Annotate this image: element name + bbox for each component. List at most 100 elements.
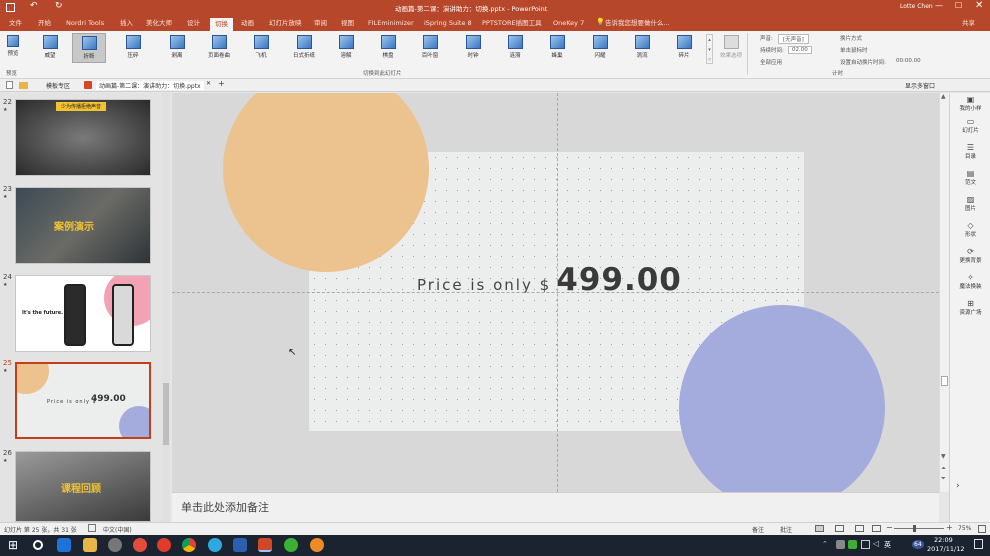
close-icon[interactable]: ✕ [975,0,983,11]
blue-circle[interactable] [679,305,885,492]
tab-design[interactable]: 设计 [187,17,200,29]
horizontal-guide[interactable] [172,292,939,293]
notes-button[interactable]: 备注 [752,525,764,534]
samples-button[interactable]: ▤ 范文 [950,169,990,186]
transition-glitter[interactable]: 闪耀 [583,33,617,63]
slides-button[interactable]: ▭ 幻灯片 [950,117,990,134]
thumbnail-scrollbar[interactable] [162,93,170,522]
notes-pane[interactable]: 单击此处添加备注 [172,492,939,522]
maximize-icon[interactable]: ☐ [955,1,962,10]
transition-peel[interactable]: 剥离 [160,33,194,63]
sound-dropdown[interactable]: [无声音] [778,34,809,44]
volume-icon[interactable]: ◁ [873,539,879,548]
slide-thumbnail-22[interactable]: 少为传播拒绝声音 [15,99,151,176]
transition-prestige[interactable]: 威望 [33,33,67,63]
zoom-slider-thumb[interactable] [913,525,916,532]
tray-icon[interactable] [848,540,857,549]
zoom-slider[interactable] [894,528,944,529]
next-slide-icon[interactable]: ⏷ [941,475,946,483]
powerpoint-icon[interactable] [258,538,272,552]
cortana-icon[interactable] [33,540,43,550]
clock-date[interactable]: 2017/11/12 [927,545,964,553]
chart-app-icon[interactable] [233,538,247,552]
transition-dissolve[interactable]: 溶解 [329,33,363,63]
tab-ispring[interactable]: iSpring Suite 8 [424,17,472,29]
undo-icon[interactable]: ↶ [30,1,38,11]
tab-file[interactable]: 文件 [9,17,22,29]
tab-transitions[interactable]: 切换 [210,18,233,31]
tab-nordri[interactable]: Nordri Tools [66,17,104,29]
ime-indicator[interactable]: 英 [884,540,891,550]
slide-thumbnail-24[interactable]: It's the future. [15,275,151,352]
tray-icon[interactable] [836,540,845,549]
app-icon[interactable] [108,538,122,552]
normal-view-icon[interactable] [815,525,824,532]
transition-fracture[interactable]: 折断 [72,33,106,63]
close-tab-icon[interactable]: ✕ [206,80,211,87]
tab-insert[interactable]: 插入 [120,17,133,29]
tab-home[interactable]: 开始 [38,17,51,29]
transition-airplane[interactable]: 飞机 [244,33,278,63]
browser-icon[interactable] [157,538,171,552]
language-indicator[interactable]: 中文(中国) [103,525,132,534]
chrome-icon[interactable] [182,538,196,552]
template-tab[interactable]: 模板专区 [46,81,70,90]
folder-icon[interactable] [19,82,28,89]
transition-crush[interactable]: 压碎 [116,33,150,63]
file-tab[interactable]: 动画篇-第二课：演讲助力：切换.pptx [96,81,204,90]
my-samples-button[interactable]: ▣ 我的小样 [950,95,990,112]
qq-browser-icon[interactable] [208,538,222,552]
tab-pptstore[interactable]: PPTSTORE插图工具 [482,17,542,29]
transition-vortex[interactable]: 涡流 [625,33,659,63]
show-multi-window[interactable]: 显示多窗口 [905,81,935,90]
slide-thumbnail-25[interactable]: Price is only $ 499.00 [15,362,151,439]
transition-honeycomb[interactable]: 蜂巢 [540,33,574,63]
effect-options-button[interactable]: 效果选项 [716,33,746,63]
price-text-group[interactable]: Price is only $ 499.00 [417,262,717,306]
tab-onekey[interactable]: OneKey 7 [553,17,584,29]
slideshow-view-icon[interactable] [872,525,881,532]
share-button[interactable]: 共享 [962,17,975,29]
tray-up-icon[interactable]: ⌃ [822,540,828,548]
user-name[interactable]: Lotte Chen [900,3,933,10]
file-explorer-icon[interactable] [83,538,97,552]
scroll-thumb[interactable] [163,383,169,445]
images-button[interactable]: ▨ 图片 [950,195,990,212]
slide-scrollbar[interactable]: ▲ ▼ ⏶ ⏷ [939,93,949,492]
slide-thumbnail-26[interactable]: 课程回顾 [15,451,151,522]
change-background-button[interactable]: ⟳ 更换背景 [950,247,990,264]
tab-slideshow[interactable]: 幻灯片放映 [269,17,302,29]
fit-slide-icon[interactable] [978,525,986,533]
tab-fileminimizer[interactable]: FILEminimizer [368,17,414,29]
transition-clock[interactable]: 时钟 [456,33,490,63]
gallery-scroll[interactable]: ▴ ▾ ▿ [706,34,713,64]
network-icon[interactable] [861,540,870,549]
transition-origami[interactable]: 日式折纸 [287,33,321,63]
reading-view-icon[interactable] [855,525,864,532]
resource-plaza-button[interactable]: ⊞ 资源广场 [950,299,990,316]
minimize-icon[interactable]: — [935,1,943,10]
tab-beautify[interactable]: 美化大师 [146,17,172,29]
on-click-checkbox[interactable]: 单击鼠标时 [840,46,868,54]
comments-button[interactable]: 批注 [780,525,792,534]
transition-checkerboard[interactable]: 棋盘 [371,33,405,63]
edge-icon[interactable] [57,538,71,552]
app-badge[interactable]: 64 [912,540,924,549]
scroll-thumb[interactable] [941,376,948,386]
tell-me-input[interactable]: 告诉我您想要做什么... [605,17,670,29]
clock-time[interactable]: 22:09 [934,536,953,544]
tab-view[interactable]: 视图 [341,17,354,29]
new-doc-icon[interactable] [6,81,13,89]
after-time-input[interactable]: 00:00.00 [896,58,921,64]
add-tab-icon[interactable]: + [218,79,225,88]
collapse-panel-icon[interactable]: › [956,481,960,491]
redo-icon[interactable]: ↻ [55,1,63,11]
tab-review[interactable]: 审阅 [314,17,327,29]
spellcheck-icon[interactable] [88,524,96,532]
save-icon[interactable] [6,3,15,12]
magic-dress-button[interactable]: ✧ 魔法换装 [950,273,990,290]
after-time-label[interactable]: 设置自动换片时间: [840,58,886,66]
apply-all-button[interactable]: 全部应用 [760,58,782,66]
media-app-icon[interactable] [310,538,324,552]
preview-button[interactable]: 预览 [2,33,24,63]
